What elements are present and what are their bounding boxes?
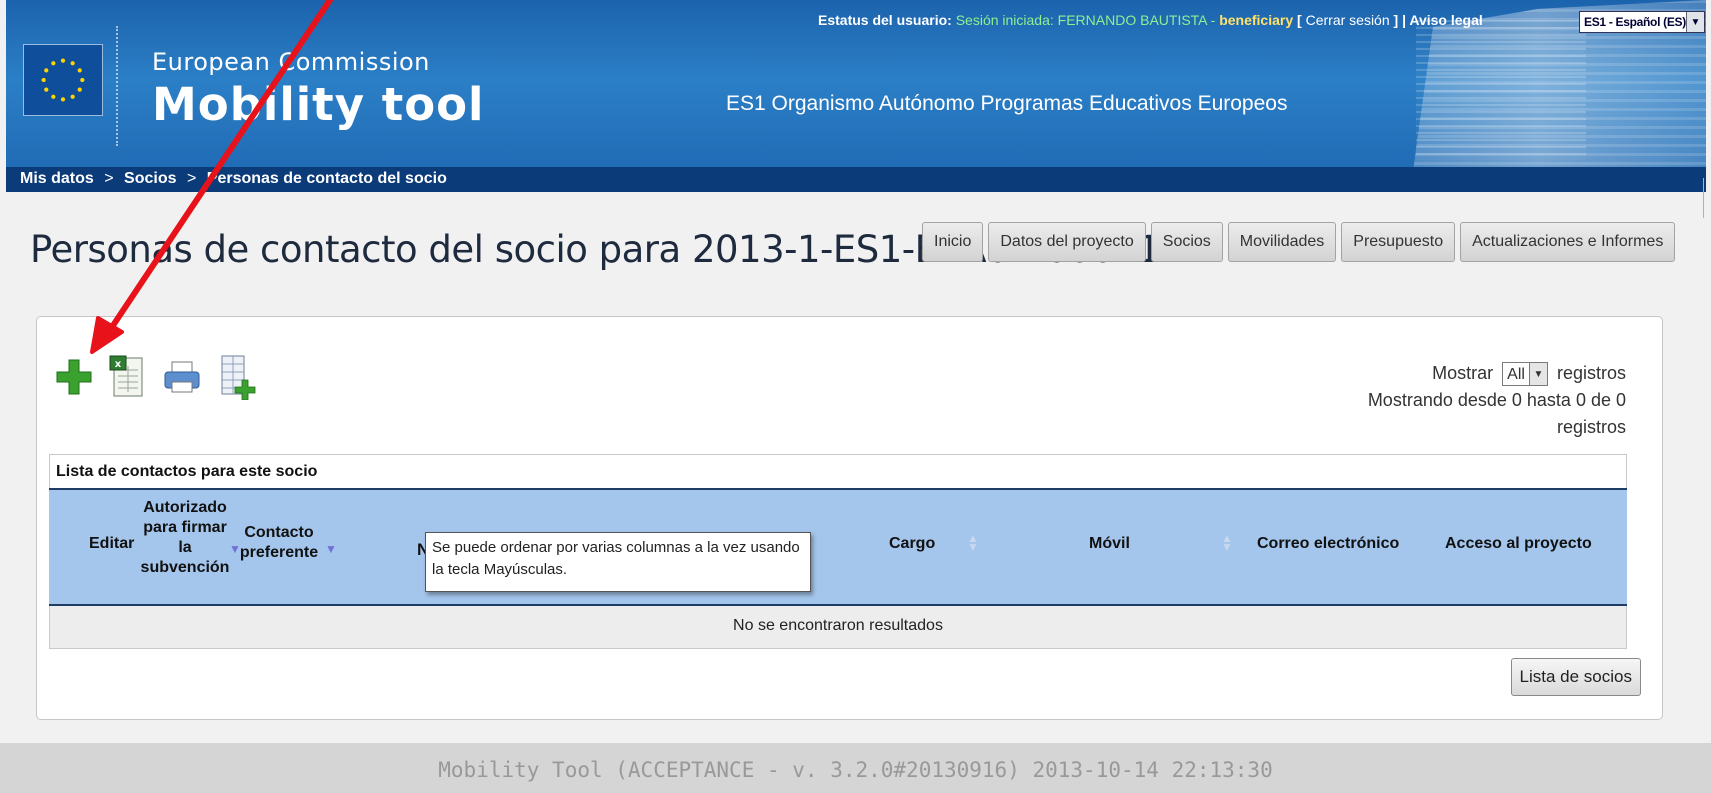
header-right-edge <box>1703 178 1711 218</box>
records-label: registros <box>1556 363 1626 383</box>
sort-desc-icon: ▼ <box>325 542 337 556</box>
project-nav-tabs: Inicio Datos del proyecto Socios Movilid… <box>922 222 1676 262</box>
column-header-mobile[interactable]: Móvil <box>1089 534 1130 554</box>
show-label: Mostrar <box>1432 363 1494 383</box>
excel-export-icon[interactable]: x <box>108 354 148 400</box>
bracket-close: ] <box>1389 12 1399 28</box>
svg-text:x: x <box>115 359 122 370</box>
european-commission-label: European Commission <box>152 48 430 76</box>
breadcrumb-item-my-data[interactable]: Mis datos <box>20 170 94 187</box>
language-value: ES1 - Español (ES) <box>1584 15 1686 29</box>
print-icon[interactable] <box>162 354 202 400</box>
column-header-edit[interactable]: Editar <box>89 534 134 554</box>
records-per-page-select[interactable]: All ▼ <box>1502 362 1548 387</box>
table-header: Editar Autorizado para firmar la subvenc… <box>49 488 1627 606</box>
tab-budget[interactable]: Presupuesto <box>1341 222 1456 262</box>
records-per-page-value: All <box>1507 365 1525 383</box>
logo-separator <box>116 26 118 146</box>
status-dash: - <box>1206 12 1220 28</box>
column-header-authorized[interactable]: Autorizado para firmar la subvención <box>139 498 231 578</box>
empty-results-row: No se encontraron resultados <box>49 606 1627 649</box>
status-prefix: Estatus del usuario: <box>818 12 956 28</box>
records-info: Mostrando desde 0 hasta 0 de 0 registros <box>1367 390 1626 437</box>
header-building-image-detail <box>1416 20 1586 160</box>
column-header-email[interactable]: Correo electrónico <box>1257 534 1399 554</box>
table-caption: Lista de contactos para este socio <box>49 454 1627 488</box>
chevron-down-icon[interactable]: ▼ <box>1686 12 1704 32</box>
version-footer: Mobility Tool (ACCEPTANCE - v. 3.2.0#201… <box>0 743 1711 793</box>
tab-home[interactable]: Inicio <box>922 222 984 262</box>
partners-list-button[interactable]: Lista de socios <box>1510 658 1641 696</box>
status-pipe: | <box>1398 12 1410 28</box>
breadcrumb-separator: > <box>104 170 114 187</box>
organization-name: ES1 Organismo Autónomo Programas Educati… <box>726 92 1288 115</box>
add-column-icon[interactable] <box>216 354 256 400</box>
session-info: Sesión iniciada: FERNANDO BAUTISTA <box>955 12 1207 28</box>
chevron-down-icon[interactable]: ▼ <box>1528 363 1547 386</box>
sort-tooltip: Se puede ordenar por varias columnas a l… <box>425 532 811 592</box>
bracket-open: [ <box>1293 12 1306 28</box>
column-header-position[interactable]: Cargo <box>889 534 935 554</box>
user-status-bar: Estatus del usuario: Sesión iniciada: FE… <box>818 12 1483 28</box>
legal-notice-link[interactable]: Aviso legal <box>1409 12 1482 28</box>
table-toolbar: x <box>54 354 256 400</box>
records-per-page-control: Mostrar All ▼ registros Mostrando desde 0… <box>1366 360 1626 441</box>
sort-both-icon: ▲ ▼ <box>967 531 979 554</box>
eu-flag-icon <box>23 44 103 116</box>
breadcrumb-item-partners[interactable]: Socios <box>124 170 176 187</box>
sort-both-icon: ▲ ▼ <box>1221 531 1233 554</box>
language-select[interactable]: ES1 - Español (ES) ▼ <box>1579 11 1705 33</box>
breadcrumb-separator: > <box>186 170 197 187</box>
user-role: beneficiary <box>1219 12 1294 28</box>
tab-project-data[interactable]: Datos del proyecto <box>988 222 1146 262</box>
tab-updates-reports[interactable]: Actualizaciones e Informes <box>1460 222 1676 262</box>
column-header-preferred[interactable]: Contacto preferente <box>233 523 325 563</box>
tab-partners[interactable]: Socios <box>1150 222 1223 262</box>
logout-link[interactable]: Cerrar sesión <box>1306 12 1390 28</box>
tab-mobilities[interactable]: Movilidades <box>1227 222 1337 262</box>
add-icon[interactable] <box>54 354 94 400</box>
column-header-access[interactable]: Acceso al proyecto <box>1445 534 1592 554</box>
breadcrumb: Mis datos > Socios > Personas de contact… <box>6 167 1706 192</box>
app-logo-title[interactable]: Mobility tool <box>152 78 484 131</box>
breadcrumb-item-contacts: Personas de contacto del socio <box>206 170 447 187</box>
